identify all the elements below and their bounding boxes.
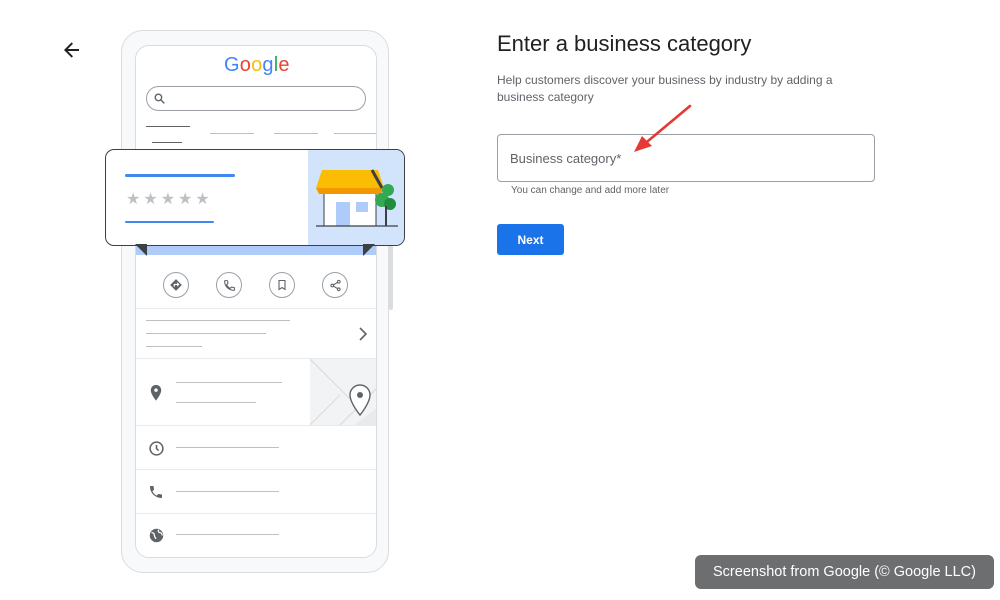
- back-arrow-icon[interactable]: [60, 38, 84, 62]
- star-icon: ★: [143, 191, 158, 208]
- logo-letter: g: [262, 54, 274, 76]
- card-shadow-fold: [135, 244, 375, 256]
- text-line: [176, 447, 279, 448]
- text-line: [176, 491, 279, 492]
- logo-letter: o: [251, 54, 263, 76]
- screenshot-credit: Screenshot from Google (© Google LLC): [695, 555, 994, 589]
- tab-line: [210, 133, 254, 134]
- logo-letter: o: [239, 54, 252, 76]
- card-title-line: [125, 174, 235, 177]
- category-hint: You can change and add more later: [511, 185, 670, 196]
- phone-icon: [216, 272, 242, 298]
- map-thumbnail: [310, 359, 376, 425]
- bookmark-icon: [269, 272, 295, 298]
- rating-stars: ★ ★ ★ ★ ★: [126, 192, 210, 208]
- text-line: [176, 534, 279, 535]
- logo-letter: e: [278, 54, 290, 76]
- share-icon: [322, 272, 348, 298]
- text-line: [146, 320, 290, 321]
- card-subtitle-line: [125, 221, 214, 223]
- divider: [136, 513, 376, 514]
- tab-line: [334, 133, 376, 134]
- phone-screen: Google: [135, 45, 377, 558]
- storefront-panel: [308, 150, 404, 245]
- directions-icon: [163, 272, 189, 298]
- star-icon: ★: [126, 191, 141, 208]
- tab-line: [146, 126, 190, 127]
- annotation-arrow-icon: [634, 104, 692, 152]
- clock-icon: [149, 441, 164, 456]
- tab-line: [274, 133, 318, 134]
- logo-letter: G: [224, 54, 240, 76]
- chevron-right-icon: [359, 327, 368, 341]
- search-bar-illustration: [146, 86, 366, 111]
- text-line: [146, 333, 266, 334]
- star-icon: ★: [160, 191, 176, 208]
- google-logo: Google: [224, 54, 290, 77]
- phone-icon: [150, 486, 162, 498]
- text-line: [146, 346, 202, 347]
- storefront-icon: [316, 169, 398, 227]
- star-icon: ★: [195, 191, 210, 208]
- search-icon: [154, 93, 165, 104]
- star-icon: ★: [178, 191, 193, 208]
- globe-icon: [149, 528, 164, 543]
- divider: [136, 469, 376, 470]
- page-title: Enter a business category: [497, 31, 752, 56]
- tab-line: [152, 142, 182, 143]
- divider: [136, 425, 376, 426]
- text-line: [176, 382, 282, 383]
- divider: [136, 308, 376, 309]
- text-line: [176, 402, 256, 403]
- next-button[interactable]: Next: [497, 224, 564, 255]
- location-pin-icon: [150, 384, 162, 401]
- business-card-illustration: ★ ★ ★ ★ ★: [105, 149, 405, 246]
